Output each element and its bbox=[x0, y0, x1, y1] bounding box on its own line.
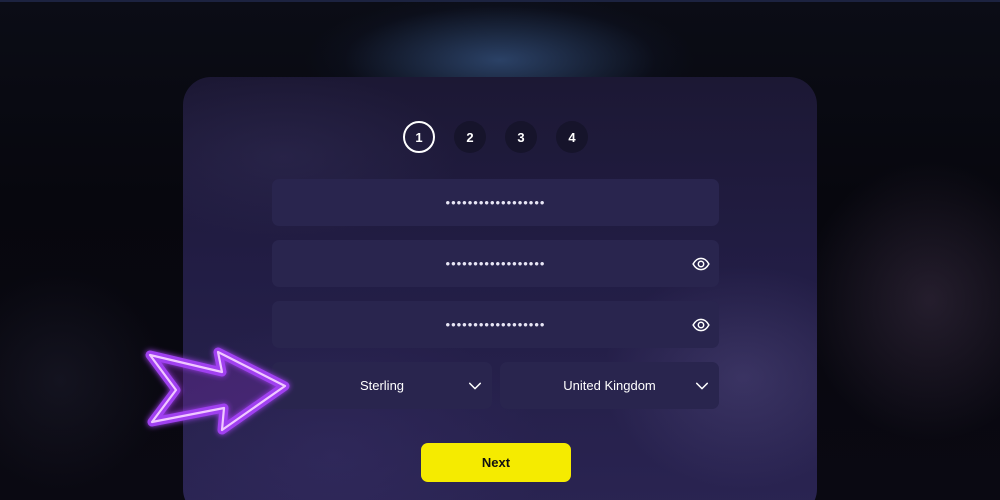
eye-icon[interactable] bbox=[692, 316, 710, 334]
step-2: 2 bbox=[454, 121, 486, 153]
country-select[interactable]: United Kingdom bbox=[500, 362, 719, 409]
currency-select[interactable]: Sterling bbox=[272, 362, 492, 409]
currency-select-value: Sterling bbox=[359, 378, 405, 393]
chevron-down-icon bbox=[468, 382, 482, 390]
confirm-password-field-value: •••••••••••••••••• bbox=[445, 317, 546, 332]
chevron-down-icon bbox=[695, 382, 709, 390]
step-4: 4 bbox=[556, 121, 588, 153]
masked-input-1[interactable]: •••••••••••••••••• bbox=[272, 179, 719, 226]
confirm-password-field[interactable]: •••••••••••••••••• bbox=[272, 301, 719, 348]
password-field-value: •••••••••••••••••• bbox=[445, 256, 546, 271]
step-1: 1 bbox=[403, 121, 435, 153]
step-indicator: 1 2 3 4 bbox=[403, 121, 588, 153]
top-border bbox=[0, 0, 1000, 2]
masked-input-1-value: •••••••••••••••••• bbox=[445, 195, 546, 210]
country-select-value: United Kingdom bbox=[563, 378, 656, 393]
next-button[interactable]: Next bbox=[421, 443, 571, 482]
neon-arrow-icon bbox=[145, 347, 290, 435]
password-field[interactable]: •••••••••••••••••• bbox=[272, 240, 719, 287]
eye-icon[interactable] bbox=[692, 255, 710, 273]
step-3: 3 bbox=[505, 121, 537, 153]
